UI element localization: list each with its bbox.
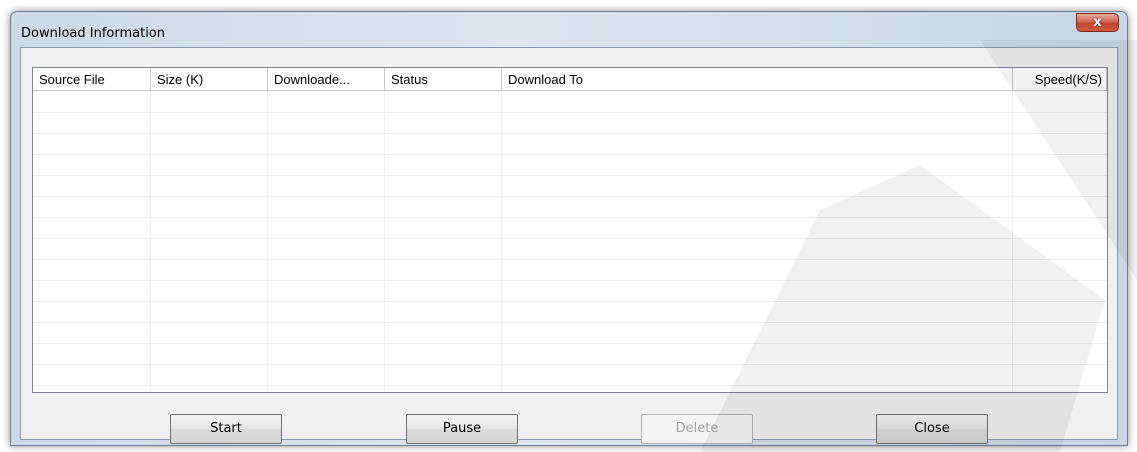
column-header-downloaded[interactable]: Downloade... xyxy=(268,68,385,91)
list-header: Source File Size (K) Downloade... Status… xyxy=(33,68,1107,92)
column-header-size[interactable]: Size (K) xyxy=(151,68,268,91)
column-gridline xyxy=(150,91,151,392)
row-gridline xyxy=(33,364,1107,365)
row-gridline xyxy=(33,175,1107,176)
column-gridline xyxy=(267,91,268,392)
column-header-speed[interactable]: Speed(K/S) xyxy=(1013,68,1107,91)
window-title: Download Information xyxy=(21,26,166,41)
row-gridline xyxy=(33,217,1107,218)
column-gridline xyxy=(501,91,502,392)
delete-button: Delete xyxy=(641,414,753,444)
download-list[interactable]: Source File Size (K) Downloade... Status… xyxy=(32,67,1108,393)
pause-button[interactable]: Pause xyxy=(406,414,518,444)
column-gridline xyxy=(384,91,385,392)
start-button[interactable]: Start xyxy=(170,414,282,444)
title-bar[interactable]: Download Information x xyxy=(11,12,1127,46)
close-window-button[interactable]: x xyxy=(1076,13,1119,32)
row-gridline xyxy=(33,385,1107,386)
column-header-download-to[interactable]: Download To xyxy=(502,68,1013,91)
column-gridline xyxy=(1012,91,1013,392)
row-gridline xyxy=(33,259,1107,260)
dialog-client-area: Source File Size (K) Downloade... Status… xyxy=(20,47,1118,444)
row-gridline xyxy=(33,133,1107,134)
row-gridline xyxy=(33,238,1107,239)
close-icon: x xyxy=(1093,15,1102,30)
close-button[interactable]: Close xyxy=(876,414,988,444)
row-gridline xyxy=(33,196,1107,197)
column-header-status[interactable]: Status xyxy=(385,68,502,91)
download-information-dialog: Download Information x Source File Size … xyxy=(10,11,1128,446)
column-header-source-file[interactable]: Source File xyxy=(33,68,151,91)
row-gridline xyxy=(33,322,1107,323)
row-gridline xyxy=(33,112,1107,113)
row-gridline xyxy=(33,280,1107,281)
row-gridline xyxy=(33,154,1107,155)
row-gridline xyxy=(33,301,1107,302)
row-gridline xyxy=(33,343,1107,344)
